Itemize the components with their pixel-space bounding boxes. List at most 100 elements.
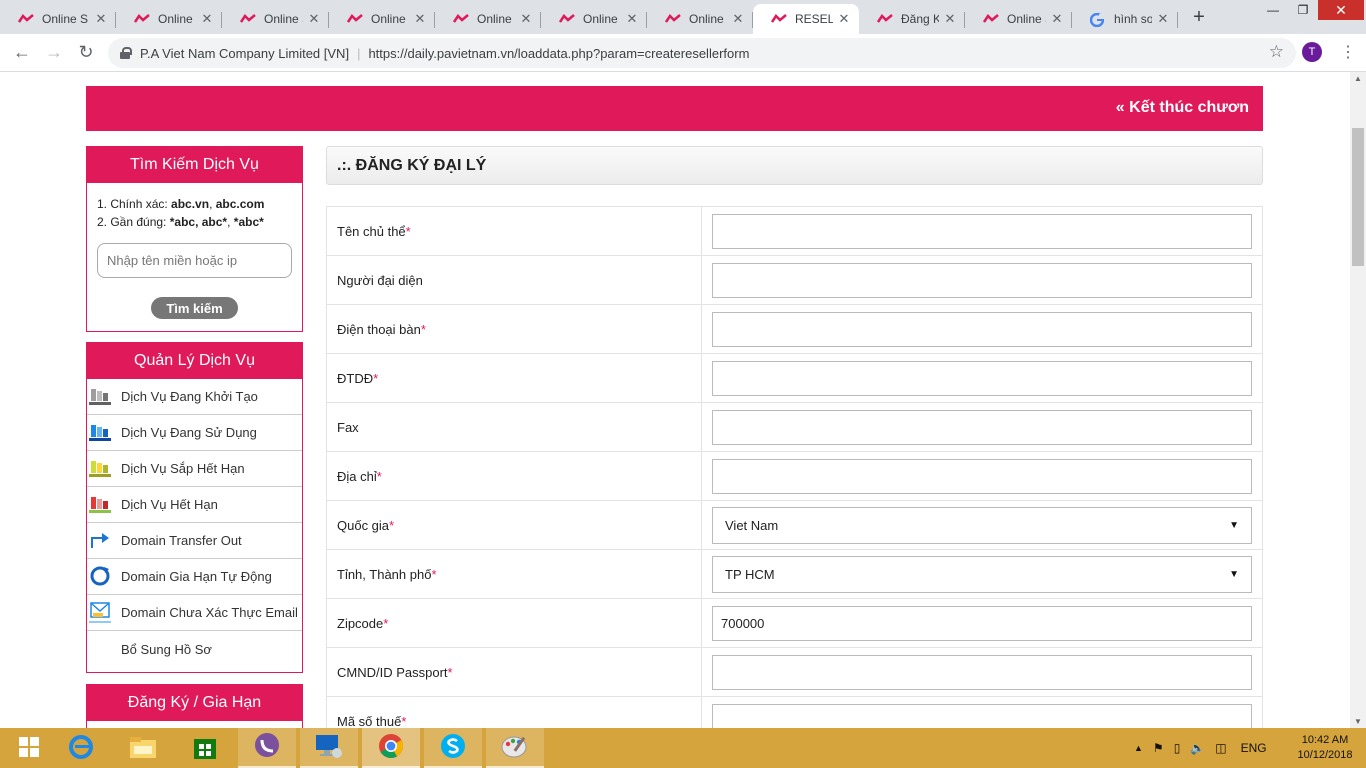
field-select[interactable]: Viet Nam ▼ xyxy=(712,506,1252,544)
field-label: CMND/ID Passport xyxy=(337,664,448,680)
field-label-cell: CMND/ID Passport* xyxy=(326,647,702,697)
field-input[interactable] xyxy=(712,311,1252,347)
taskbar-app[interactable] xyxy=(300,728,358,768)
service-menu-item[interactable]: Domain Transfer Out xyxy=(87,523,302,559)
browser-tab-3[interactable]: Online S ✕ xyxy=(329,4,435,34)
start-button[interactable] xyxy=(0,728,58,768)
address-bar[interactable]: P.A Viet Nam Company Limited [VN] | http… xyxy=(108,38,1296,68)
page-scrollbar[interactable]: ▲ ▼ xyxy=(1350,72,1366,728)
forward-arrow-icon[interactable]: → xyxy=(42,41,66,65)
tray-expand-icon[interactable]: ▲ xyxy=(1134,743,1143,753)
scrollbar-thumb[interactable] xyxy=(1352,128,1364,266)
required-asterisk: * xyxy=(447,664,453,680)
required-asterisk: * xyxy=(373,370,379,386)
field-input[interactable] xyxy=(712,458,1252,494)
restore-button[interactable]: ❐ xyxy=(1288,0,1318,22)
tab-title: Online S xyxy=(1007,12,1046,26)
browser-tab-10[interactable]: hình sơ ✕ xyxy=(1072,4,1178,34)
taskbar-app[interactable] xyxy=(52,728,110,768)
tab-close-icon[interactable]: ✕ xyxy=(200,11,214,27)
taskbar-app[interactable] xyxy=(176,728,234,768)
server-gray-icon xyxy=(89,385,113,409)
browser-tab-8[interactable]: Đăng K ✕ xyxy=(859,4,965,34)
clock[interactable]: 10:42 AM 10/12/2018 xyxy=(1290,733,1360,763)
tab-close-icon[interactable]: ✕ xyxy=(625,11,639,27)
flag-icon[interactable]: ⚑ xyxy=(1153,741,1164,755)
back-arrow-icon[interactable]: ← xyxy=(10,41,34,65)
service-menu-item[interactable]: Dịch Vụ Đang Khởi Tạo xyxy=(87,379,302,415)
field-label: Người đại diện xyxy=(337,272,423,288)
browser-tab-7[interactable]: RESELLE ✕ xyxy=(753,4,859,34)
field-input[interactable] xyxy=(712,605,1252,641)
field-input[interactable] xyxy=(712,654,1252,690)
reload-icon[interactable]: ↻ xyxy=(74,41,98,65)
browser-menu-icon[interactable]: ⋮ xyxy=(1340,42,1356,62)
browser-tab-9[interactable]: Online S ✕ xyxy=(965,4,1072,34)
field-input[interactable] xyxy=(712,360,1252,396)
field-label: Điện thoại bàn xyxy=(337,321,421,337)
field-label: Zipcode xyxy=(337,615,384,631)
profile-avatar[interactable]: T xyxy=(1302,42,1322,62)
service-menu-item[interactable]: Dịch Vụ Hết Hạn xyxy=(87,487,302,523)
server-blue-icon xyxy=(89,421,113,445)
browser-tab-1[interactable]: Online S ✕ xyxy=(116,4,222,34)
browser-tab-0[interactable]: Online S ✕ xyxy=(0,4,116,34)
field-label-cell: Tên chủ thể* xyxy=(326,206,702,256)
taskbar-app[interactable] xyxy=(362,728,420,768)
field-label-cell: Mã số thuế* xyxy=(326,696,702,728)
browser-tab-5[interactable]: Online S ✕ xyxy=(541,4,647,34)
taskbar-app[interactable] xyxy=(424,728,482,768)
service-menu-item[interactable]: Dịch Vụ Đang Sử Dụng xyxy=(87,415,302,451)
required-asterisk: * xyxy=(376,468,382,484)
required-asterisk: * xyxy=(383,615,389,631)
store-icon xyxy=(191,733,219,764)
new-tab-button[interactable]: + xyxy=(1186,6,1212,30)
form-row: Tỉnh, Thành phố* TP HCM ▼ xyxy=(326,549,1263,599)
banner-marquee-link[interactable]: « Kết thúc chươn xyxy=(1116,99,1249,117)
field-select[interactable]: TP HCM ▼ xyxy=(712,555,1252,593)
field-label-cell: Zipcode* xyxy=(326,598,702,648)
field-input[interactable] xyxy=(712,703,1252,728)
service-management-box: Quản Lý Dịch Vụ Dịch Vụ Đang Khởi Tạo Dịc… xyxy=(86,342,303,673)
tab-close-icon[interactable]: ✕ xyxy=(413,11,427,27)
taskbar-app[interactable] xyxy=(486,728,544,768)
service-menu-label: Dịch Vụ Đang Sử Dụng xyxy=(121,425,257,440)
volume-icon[interactable]: 🔈 xyxy=(1190,741,1205,755)
tab-close-icon[interactable]: ✕ xyxy=(943,11,957,27)
service-menu-label: Domain Transfer Out xyxy=(121,533,242,548)
field-input[interactable] xyxy=(712,262,1252,298)
minimize-button[interactable]: — xyxy=(1258,0,1288,22)
tab-close-icon[interactable]: ✕ xyxy=(1050,11,1064,27)
tab-title: Online S xyxy=(371,12,409,26)
window-close-button[interactable]: ✕ xyxy=(1318,0,1364,20)
browser-tab-6[interactable]: Online S ✕ xyxy=(647,4,753,34)
tab-close-icon[interactable]: ✕ xyxy=(94,11,108,27)
pavietnam-favicon-icon xyxy=(558,13,575,25)
power-icon[interactable]: ▯ xyxy=(1174,741,1181,755)
language-indicator[interactable]: ENG xyxy=(1241,741,1267,755)
field-input-cell xyxy=(701,206,1263,256)
service-menu-item[interactable]: Dịch Vụ Sắp Hết Hạn xyxy=(87,451,302,487)
top-banner: « Kết thúc chươn xyxy=(86,86,1263,131)
bookmark-star-icon[interactable]: ☆ xyxy=(1269,42,1284,62)
transfer-arrow-icon xyxy=(89,529,113,553)
field-label-cell: Fax xyxy=(326,402,702,452)
taskbar-app[interactable] xyxy=(114,728,172,768)
service-menu-item[interactable]: Domain Gia Hạn Tự Động xyxy=(87,559,302,595)
tab-close-icon[interactable]: ✕ xyxy=(837,11,851,27)
taskbar-app[interactable] xyxy=(238,728,296,768)
tab-close-icon[interactable]: ✕ xyxy=(731,11,745,27)
tab-close-icon[interactable]: ✕ xyxy=(307,11,321,27)
network-icon[interactable]: ◫ xyxy=(1215,741,1226,755)
field-input[interactable] xyxy=(712,409,1252,445)
browser-tab-4[interactable]: Online S ✕ xyxy=(435,4,541,34)
tab-title: Online S xyxy=(158,12,196,26)
browser-tab-2[interactable]: Online S ✕ xyxy=(222,4,329,34)
service-menu-item[interactable]: Bổ Sung Hồ Sơ xyxy=(87,631,302,667)
tab-close-icon[interactable]: ✕ xyxy=(519,11,533,27)
field-input[interactable] xyxy=(712,213,1252,249)
domain-search-input[interactable] xyxy=(97,243,292,278)
service-menu-item[interactable]: Domain Chưa Xác Thực Email xyxy=(87,595,302,631)
search-button[interactable]: Tìm kiếm xyxy=(151,297,238,319)
tab-close-icon[interactable]: ✕ xyxy=(1156,11,1170,27)
